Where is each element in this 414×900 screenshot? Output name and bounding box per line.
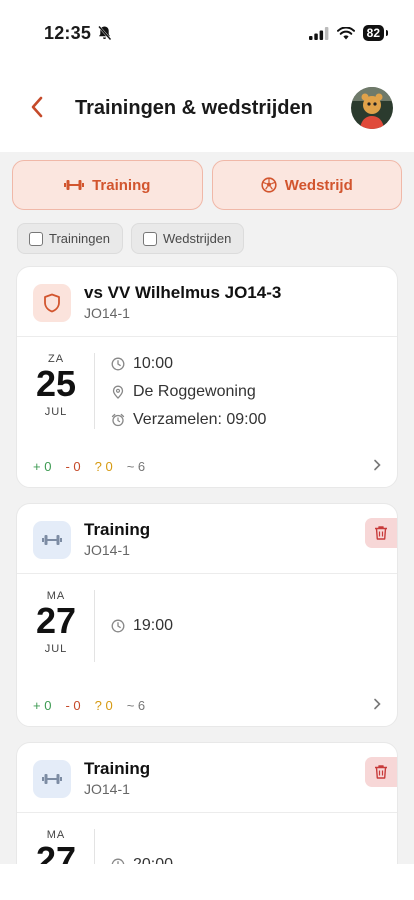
- checkbox-icon: [142, 231, 157, 246]
- page-header: Trainingen & wedstrijden: [0, 86, 414, 130]
- attendance-no: - 0: [65, 697, 81, 713]
- divider: [94, 829, 95, 864]
- attendance-no: - 0: [65, 458, 81, 474]
- type-buttons: Training Wedstrijd: [0, 152, 414, 210]
- bottom-bar: [0, 864, 414, 900]
- event-card[interactable]: Training JO14-1 MA 27 20:00: [16, 742, 398, 864]
- event-card-header: vs VV Wilhelmus JO14-3 JO14-1: [17, 267, 397, 337]
- back-chevron-icon[interactable]: [30, 96, 44, 118]
- attendance-yes: + 0: [33, 458, 52, 474]
- event-card-header: Training JO14-1: [17, 743, 397, 813]
- attendance-maybe: ? 0: [94, 697, 113, 713]
- event-card-body: MA 27 20:00: [17, 813, 397, 864]
- checkbox-icon: [29, 231, 43, 246]
- attendance-stats: + 0 - 0 ? 0 ~ 6: [17, 684, 397, 726]
- add-match-button[interactable]: Wedstrijd: [211, 160, 402, 210]
- event-title: vs VV Wilhelmus JO14-3: [84, 283, 282, 302]
- filter-trainings-label: Trainingen: [49, 231, 110, 246]
- event-day: 25: [35, 363, 77, 404]
- dumbbell-icon: [42, 774, 62, 784]
- event-location: De Roggewoning: [133, 383, 256, 400]
- divider: [94, 590, 95, 662]
- status-bar: 12:35 82: [0, 0, 414, 66]
- filter-matches-checkbox[interactable]: Wedstrijden: [130, 223, 245, 254]
- location-pin-icon: [112, 385, 124, 399]
- attendance-maybe: ? 0: [94, 458, 113, 474]
- event-day: 27: [35, 839, 77, 865]
- event-month: JUL: [44, 643, 68, 655]
- trash-icon: [375, 526, 387, 540]
- event-title: Training: [84, 520, 151, 539]
- trash-icon: [375, 765, 387, 779]
- delete-button[interactable]: [365, 757, 397, 787]
- attendance-unknown: ~ 6: [126, 458, 146, 474]
- event-date: ZA 25 JUL: [33, 353, 79, 445]
- match-button-label: Wedstrijd: [284, 176, 353, 194]
- battery-indicator: 82: [362, 25, 389, 41]
- filter-trainings-checkbox[interactable]: Trainingen: [17, 223, 123, 254]
- event-card[interactable]: Training JO14-1 MA 27 JUL 19:00 + 0 - 0 …: [16, 503, 398, 727]
- signal-icon: [308, 26, 329, 40]
- event-gather-time: Verzamelen: 09:00: [133, 411, 267, 428]
- event-month: JUL: [44, 406, 68, 418]
- filter-row: Trainingen Wedstrijden: [0, 210, 414, 254]
- event-details: 10:00 De Roggewoning Verzamelen: 09:00: [111, 353, 266, 445]
- football-icon: [261, 177, 277, 193]
- event-time: 10:00: [133, 355, 174, 372]
- event-team: JO14-1: [84, 305, 130, 321]
- filter-matches-label: Wedstrijden: [162, 231, 232, 246]
- event-list-area[interactable]: Training Wedstrijd Trainingen Wedstrijde…: [0, 152, 414, 864]
- add-training-button[interactable]: Training: [12, 160, 203, 210]
- event-day: 27: [35, 600, 77, 641]
- event-time: 20:00: [133, 856, 173, 864]
- attendance-stats: + 0 - 0 ? 0 ~ 6: [17, 445, 397, 487]
- clock-icon: [111, 357, 125, 371]
- alarm-clock-icon: [111, 413, 125, 427]
- event-card-body: ZA 25 JUL 10:00 De Roggewoning Verzamele…: [17, 337, 397, 445]
- event-card-header: Training JO14-1: [17, 504, 397, 574]
- shield-icon: [44, 293, 60, 313]
- page-title: Trainingen & wedstrijden: [75, 96, 313, 119]
- event-date: MA 27 JUL: [33, 590, 79, 684]
- avatar[interactable]: [351, 87, 393, 129]
- mascot-avatar-image: [351, 87, 393, 129]
- delete-button[interactable]: [365, 518, 397, 548]
- dumbbell-icon: [42, 535, 62, 545]
- attendance-yes: + 0: [33, 697, 52, 713]
- chevron-right-icon[interactable]: [373, 459, 381, 471]
- bell-muted-icon: [98, 25, 112, 41]
- event-card-body: MA 27 JUL 19:00: [17, 574, 397, 684]
- event-details: 19:00: [111, 590, 173, 684]
- event-date: MA 27: [33, 829, 79, 864]
- dumbbell-icon: [64, 180, 85, 190]
- event-team: JO14-1: [84, 542, 130, 558]
- training-button-label: Training: [92, 176, 151, 194]
- divider: [94, 353, 95, 429]
- chevron-right-icon[interactable]: [373, 698, 381, 710]
- event-team: JO14-1: [84, 781, 130, 797]
- event-title: Training: [84, 759, 151, 778]
- clock-icon: [111, 619, 125, 633]
- status-time: 12:35: [44, 22, 92, 43]
- attendance-unknown: ~ 6: [126, 697, 146, 713]
- wifi-icon: [336, 26, 355, 39]
- event-details: 20:00: [111, 829, 173, 864]
- top-area: 12:35 82 Trainingen & wedstrijden: [0, 0, 414, 152]
- event-time: 19:00: [133, 617, 174, 634]
- event-card[interactable]: vs VV Wilhelmus JO14-3 JO14-1 ZA 25 JUL …: [16, 266, 398, 488]
